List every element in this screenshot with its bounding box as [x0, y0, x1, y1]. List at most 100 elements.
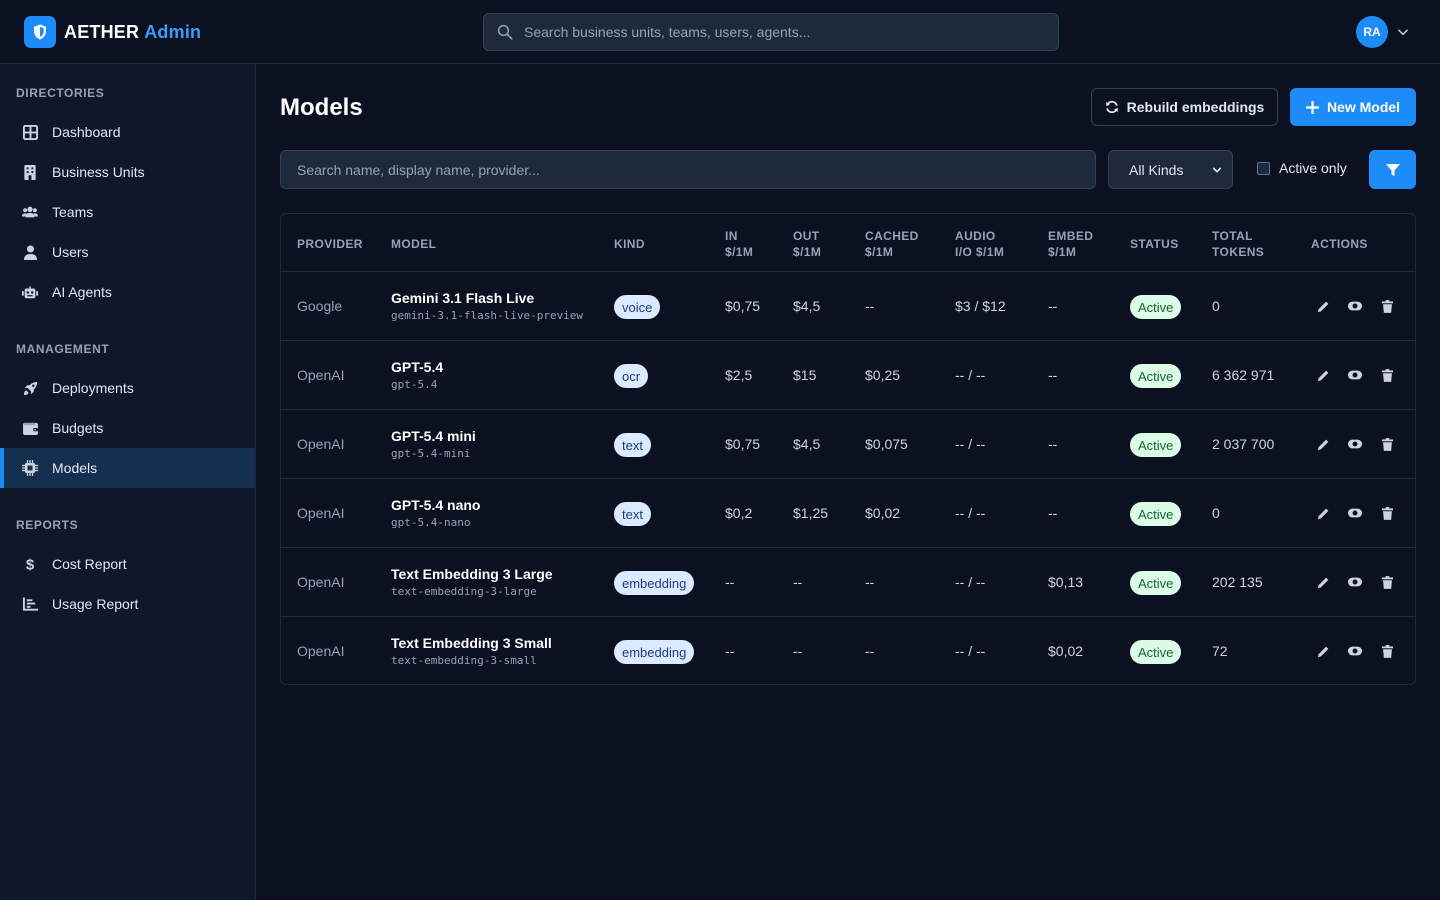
sidebar-item-models[interactable]: Models — [0, 448, 255, 488]
global-search[interactable] — [483, 13, 1059, 51]
sidebar-item-teams[interactable]: Teams — [0, 192, 255, 232]
filter-button[interactable] — [1369, 150, 1416, 189]
table-row[interactable]: OpenAI GPT-5.4 gpt-5.4 ocr $2,5 $15 $0,25… — [281, 341, 1415, 410]
table-row[interactable]: OpenAI GPT-5.4 mini gpt-5.4-mini text $0,… — [281, 410, 1415, 479]
pencil-icon[interactable] — [1316, 368, 1330, 382]
model-cell: GPT-5.4 gpt-5.4 — [391, 359, 443, 391]
user-icon — [22, 244, 38, 260]
table-row[interactable]: OpenAI GPT-5.4 nano gpt-5.4-nano text $0,… — [281, 479, 1415, 548]
svg-text:$: $ — [26, 557, 35, 573]
status-badge: Active — [1130, 433, 1182, 457]
sidebar-item-label: Dashboard — [52, 124, 121, 140]
in-price: $0,75 — [725, 436, 761, 452]
brand-main: AETHER — [64, 21, 140, 42]
sidebar-item-deployments[interactable]: Deployments — [0, 368, 255, 408]
trash-icon[interactable] — [1380, 437, 1394, 451]
sidebar-item-label: Models — [52, 460, 98, 476]
toggle-icon[interactable] — [1348, 368, 1362, 382]
sidebar-item-cost-report[interactable]: $ Cost Report — [0, 544, 255, 584]
model-search-input[interactable] — [297, 161, 1077, 178]
audio-price: -- / -- — [955, 643, 986, 659]
rebuild-embeddings-button[interactable]: Rebuild embeddings — [1091, 88, 1278, 126]
col-actions: ACTIONS — [1311, 237, 1368, 251]
model-id: gpt-5.4-mini — [391, 447, 471, 460]
models-table: PROVIDER MODEL KIND IN $/1M OUT $/1M CACHE… — [280, 213, 1416, 685]
brand[interactable]: AETHER Admin — [24, 16, 201, 48]
display-name: Gemini 3.1 Flash Live — [391, 290, 535, 306]
table-row[interactable]: OpenAI Text Embedding 3 Small text-embedd… — [281, 617, 1415, 686]
pencil-icon[interactable] — [1316, 575, 1330, 589]
sidebar-item-budgets[interactable]: Budgets — [0, 408, 255, 448]
out-price: -- — [793, 643, 803, 659]
sidebar-item-business-units[interactable]: Business Units — [0, 152, 255, 192]
provider-cell: OpenAI — [297, 643, 345, 659]
pencil-icon[interactable] — [1316, 299, 1330, 313]
pencil-icon[interactable] — [1316, 506, 1330, 520]
sidebar-item-ai-agents[interactable]: AI Agents — [0, 272, 255, 312]
sidebar-item-label: Business Units — [52, 164, 145, 180]
col-embed-line1: EMBED — [1048, 229, 1094, 243]
table-row[interactable]: Google Gemini 3.1 Flash Live gemini-3.1-f… — [281, 272, 1415, 341]
toggle-icon[interactable] — [1348, 575, 1362, 589]
display-name: GPT-5.4 — [391, 359, 444, 375]
toggle-icon[interactable] — [1348, 644, 1362, 658]
model-id: gemini-3.1-flash-live-preview — [391, 309, 584, 322]
chevron-down-icon — [1212, 167, 1222, 173]
in-price: -- — [725, 574, 735, 590]
model-id: text-embedding-3-large — [391, 585, 537, 598]
active-only-checkbox[interactable] — [1257, 161, 1270, 175]
total-tokens: 72 — [1212, 643, 1228, 659]
dollar-icon: $ — [22, 556, 38, 573]
col-model: MODEL — [391, 237, 437, 251]
pencil-icon[interactable] — [1316, 644, 1330, 658]
global-search-input[interactable] — [524, 24, 1044, 40]
toggle-icon[interactable] — [1348, 437, 1362, 451]
active-only-toggle[interactable]: Active only — [1257, 160, 1347, 176]
sidebar-item-label: AI Agents — [52, 284, 112, 300]
trash-icon[interactable] — [1380, 299, 1394, 313]
col-provider: PROVIDER — [297, 237, 363, 251]
trash-icon[interactable] — [1380, 368, 1394, 382]
display-name: Text Embedding 3 Large — [391, 566, 553, 582]
building-icon — [22, 164, 38, 180]
sidebar-item-label: Budgets — [52, 420, 104, 436]
model-id: gpt-5.4-nano — [391, 516, 471, 529]
table-row[interactable]: OpenAI Text Embedding 3 Large text-embedd… — [281, 548, 1415, 617]
model-cell: GPT-5.4 mini gpt-5.4-mini — [391, 428, 476, 460]
cached-price: $0,25 — [865, 367, 901, 383]
chevron-down-icon[interactable] — [1396, 25, 1410, 39]
sidebar-item-usage-report[interactable]: Usage Report — [0, 584, 255, 624]
kind-select-value: All Kinds — [1129, 161, 1184, 178]
trash-icon[interactable] — [1380, 575, 1394, 589]
toggle-icon[interactable] — [1348, 299, 1362, 313]
kind-badge: ocr — [614, 364, 649, 388]
provider-cell: Google — [297, 298, 343, 314]
sidebar-item-dashboard[interactable]: Dashboard — [0, 112, 255, 152]
embed-price: -- — [1048, 367, 1058, 383]
user-menu[interactable]: RA — [1356, 16, 1410, 48]
out-price: $4,5 — [793, 298, 821, 314]
active-only-label: Active only — [1279, 160, 1347, 176]
refresh-icon — [1105, 100, 1118, 114]
audio-price: -- / -- — [955, 367, 986, 383]
sidebar-item-users[interactable]: Users — [0, 232, 255, 272]
status-badge: Active — [1130, 571, 1182, 595]
col-cached-line1: CACHED — [865, 229, 919, 243]
toggle-icon[interactable] — [1348, 506, 1362, 520]
model-search[interactable] — [280, 150, 1096, 189]
users-group-icon — [22, 204, 38, 220]
brand-name: AETHER Admin — [64, 22, 201, 43]
pencil-icon[interactable] — [1316, 437, 1330, 451]
kind-badge: text — [614, 433, 651, 457]
trash-icon[interactable] — [1380, 644, 1394, 658]
col-kind: KIND — [614, 237, 645, 251]
avatar[interactable]: RA — [1356, 16, 1388, 48]
top-bar: AETHERAdmin RA — [0, 0, 1440, 64]
total-tokens: 2 037 700 — [1212, 436, 1275, 452]
new-model-button[interactable]: New Model — [1290, 88, 1416, 126]
display-name: GPT-5.4 nano — [391, 497, 481, 513]
col-cached: CACHED $/1M — [865, 228, 919, 260]
col-audio-line1: AUDIO — [955, 229, 996, 243]
trash-icon[interactable] — [1380, 506, 1394, 520]
kind-select[interactable]: All Kinds — [1108, 150, 1233, 189]
